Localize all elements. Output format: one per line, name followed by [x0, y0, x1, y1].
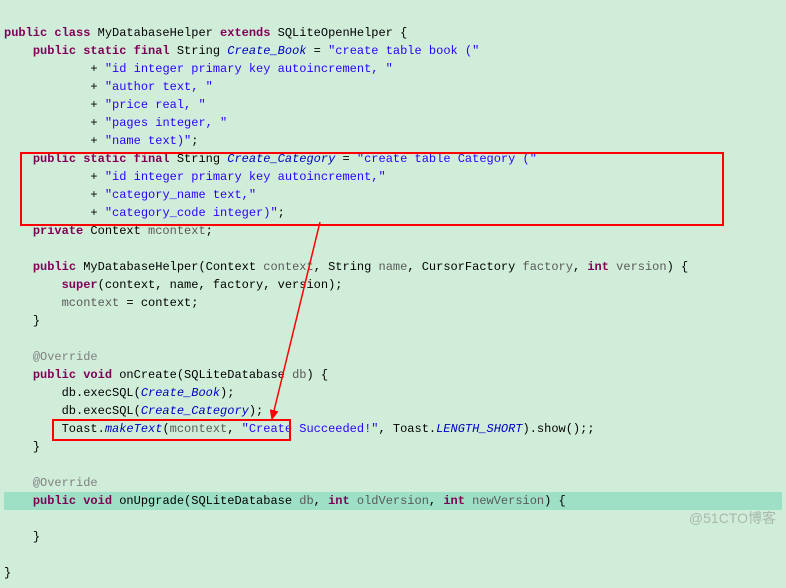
t: int — [328, 494, 357, 508]
t: ).show();; — [523, 422, 595, 436]
t: Create_Book — [227, 44, 306, 58]
t: public void — [33, 368, 119, 382]
t: ) { — [544, 494, 566, 508]
t: + — [90, 116, 104, 130]
annotation-box-1 — [20, 152, 724, 226]
t: Create_Book — [141, 386, 220, 400]
t: + — [90, 134, 104, 148]
t: "create table book (" — [328, 44, 479, 58]
t: public — [33, 260, 83, 274]
t: , — [314, 494, 328, 508]
t: "price real, " — [105, 98, 206, 112]
t: } — [4, 566, 11, 580]
t: mcontext — [148, 224, 206, 238]
t: version — [616, 260, 666, 274]
t: ) { — [306, 368, 328, 382]
t: @Override — [33, 476, 98, 490]
t: oldVersion — [357, 494, 429, 508]
t: , CursorFactory — [407, 260, 522, 274]
t: , — [573, 260, 587, 274]
t: "author text, " — [105, 80, 213, 94]
t: newVersion — [472, 494, 544, 508]
t: extends — [220, 26, 278, 40]
t: context — [263, 260, 313, 274]
t: , — [429, 494, 443, 508]
watermark: @51CTO博客 — [689, 509, 776, 527]
t: + — [90, 62, 104, 76]
t: } — [33, 440, 40, 454]
t: @Override — [33, 350, 98, 364]
t: + — [90, 98, 104, 112]
t: db — [292, 368, 306, 382]
t: String — [177, 44, 227, 58]
t: onUpgrade(SQLiteDatabase — [119, 494, 299, 508]
t: super — [62, 278, 98, 292]
t: = — [306, 44, 328, 58]
t: } — [33, 530, 40, 544]
t: public class — [4, 26, 98, 40]
t: db — [299, 494, 313, 508]
code-block: public class MyDatabaseHelper extends SQ… — [0, 0, 786, 588]
t: + — [90, 80, 104, 94]
t: Context — [90, 224, 148, 238]
t: "name text)" — [105, 134, 191, 148]
t: ) { — [667, 260, 689, 274]
annotation-box-2 — [52, 419, 291, 441]
t: factory — [523, 260, 573, 274]
t: , String — [314, 260, 379, 274]
t: } — [33, 314, 40, 328]
t: = context; — [119, 296, 198, 310]
highlighted-line: public void onUpgrade(SQLiteDatabase db,… — [4, 492, 782, 510]
t: ); — [220, 386, 234, 400]
t: (context, name, factory, version); — [98, 278, 343, 292]
t: "id integer primary key autoincrement, " — [105, 62, 393, 76]
t: mcontext — [62, 296, 120, 310]
t: ; — [191, 134, 198, 148]
t: ; — [206, 224, 213, 238]
t: int — [443, 494, 472, 508]
t: public static final — [33, 44, 177, 58]
t: MyDatabaseHelper — [98, 26, 220, 40]
t: onCreate(SQLiteDatabase — [119, 368, 292, 382]
t: name — [379, 260, 408, 274]
t: int — [587, 260, 616, 274]
t: db.execSQL( — [62, 386, 141, 400]
t: public void — [33, 494, 119, 508]
t: , Toast. — [378, 422, 436, 436]
t: db.execSQL( — [62, 404, 141, 418]
t: private — [33, 224, 91, 238]
t: ); — [249, 404, 263, 418]
t: LENGTH_SHORT — [436, 422, 522, 436]
t: Create_Category — [141, 404, 249, 418]
t: MyDatabaseHelper(Context — [83, 260, 263, 274]
t: SQLiteOpenHelper { — [278, 26, 408, 40]
t: "pages integer, " — [105, 116, 227, 130]
